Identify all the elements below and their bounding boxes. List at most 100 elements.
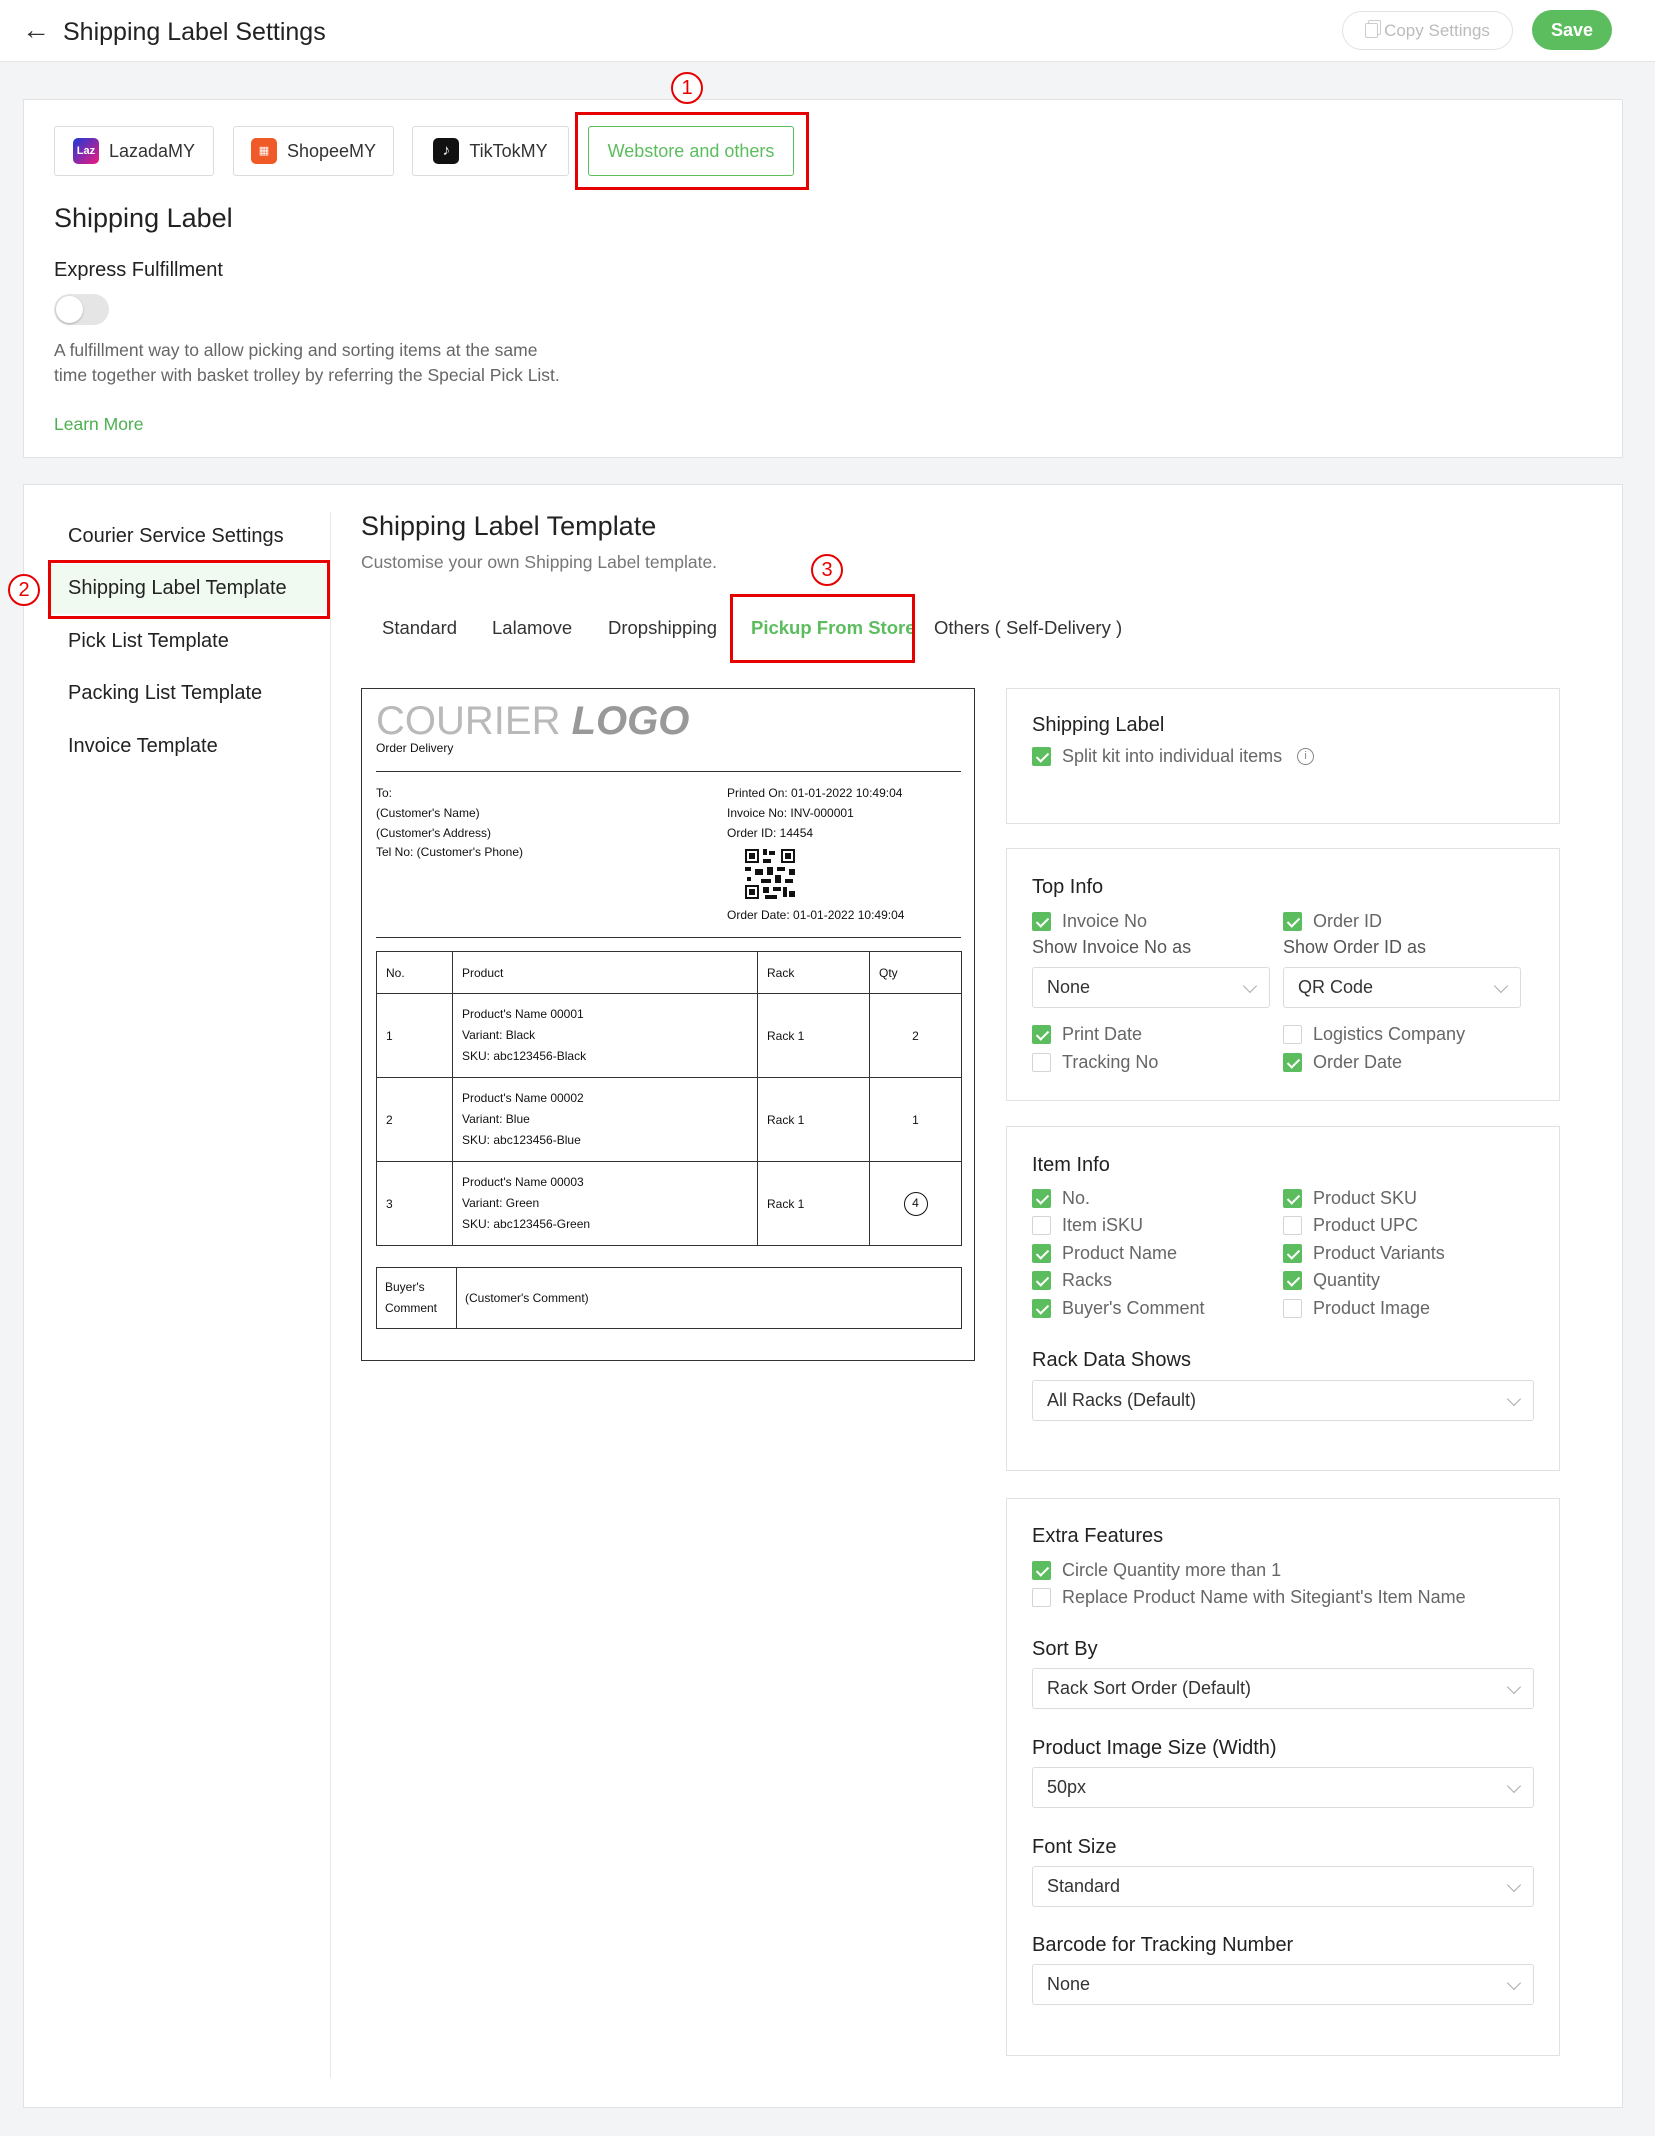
extra-features-title: Extra Features bbox=[1032, 1525, 1164, 1547]
buyer-comment-label-2: Comment bbox=[385, 1301, 438, 1315]
tab-lalamove[interactable]: Lalamove bbox=[492, 617, 572, 639]
logo-text-courier: COURIER bbox=[376, 699, 561, 743]
circle-quantity-checkbox[interactable]: Circle Quantity more than 1 bbox=[1032, 1560, 1281, 1581]
tab-dropshipping[interactable]: Dropshipping bbox=[608, 617, 717, 639]
racks-checkbox[interactable]: Racks bbox=[1032, 1270, 1112, 1291]
col-product: Product bbox=[452, 951, 758, 994]
buyer-comment-label: Buyer's Comment bbox=[376, 1267, 457, 1329]
product-sku-label: Product SKU bbox=[1313, 1188, 1418, 1208]
logistics-company-checkbox[interactable]: Logistics Company bbox=[1283, 1024, 1465, 1045]
invoice-no-label: Invoice No bbox=[1062, 911, 1148, 931]
sidebar-item-pick-list-template[interactable]: Pick List Template bbox=[68, 630, 229, 653]
quantity-checkbox[interactable]: Quantity bbox=[1283, 1270, 1380, 1291]
checkbox-box bbox=[1283, 1025, 1302, 1044]
sort-by-select[interactable]: Rack Sort Order (Default) bbox=[1032, 1668, 1534, 1709]
sidebar-item-courier-service-settings[interactable]: Courier Service Settings bbox=[68, 525, 284, 548]
product-image-checkbox[interactable]: Product Image bbox=[1283, 1298, 1430, 1319]
product-image-size-select[interactable]: 50px bbox=[1032, 1767, 1534, 1808]
show-order-id-select[interactable]: QR Code bbox=[1283, 967, 1521, 1008]
show-invoice-select[interactable]: None bbox=[1032, 967, 1270, 1008]
font-size-select[interactable]: Standard bbox=[1032, 1866, 1534, 1907]
tab-tiktokmy[interactable]: ♪ TikTokMY bbox=[412, 126, 569, 176]
sort-by-value: Rack Sort Order (Default) bbox=[1047, 1678, 1252, 1698]
step-marker-2: 2 bbox=[8, 574, 40, 606]
item-isku-label: Item iSKU bbox=[1062, 1215, 1144, 1235]
highlight-box-1 bbox=[575, 112, 809, 190]
tab-lazadamy[interactable]: Laz LazadaMY bbox=[54, 126, 214, 176]
info-icon[interactable]: i bbox=[1297, 748, 1315, 765]
courier-logo: COURIER LOGO bbox=[376, 699, 689, 744]
racks-label: Racks bbox=[1062, 1270, 1113, 1290]
product-name-checkbox[interactable]: Product Name bbox=[1032, 1243, 1177, 1264]
order-id: Order ID: 14454 bbox=[727, 826, 814, 840]
tab-shopeemy-label: ShopeeMY bbox=[286, 140, 377, 161]
divider-top bbox=[376, 771, 961, 772]
copy-icon bbox=[1365, 23, 1379, 38]
split-kit-label: Split kit into individual items bbox=[1062, 746, 1283, 766]
tab-shopeemy[interactable]: ▦ ShopeeMY bbox=[233, 126, 394, 176]
tab-standard[interactable]: Standard bbox=[382, 617, 457, 639]
circled-quantity: 4 bbox=[903, 1191, 928, 1216]
print-date-checkbox[interactable]: Print Date bbox=[1032, 1024, 1142, 1045]
row-qty: 2 bbox=[869, 993, 962, 1078]
row-no: 1 bbox=[376, 993, 453, 1078]
sidebar-item-packing-list-template[interactable]: Packing List Template bbox=[68, 682, 262, 705]
invoice-no-checkbox[interactable]: Invoice No bbox=[1032, 911, 1147, 932]
copy-settings-label: Copy Settings bbox=[1384, 20, 1490, 40]
logistics-company-label: Logistics Company bbox=[1313, 1024, 1466, 1044]
to-label: To: bbox=[376, 786, 393, 800]
tab-others-self-delivery[interactable]: Others ( Self-Delivery ) bbox=[934, 617, 1122, 639]
no-label: No. bbox=[1062, 1188, 1091, 1208]
product-sku-checkbox[interactable]: Product SKU bbox=[1283, 1188, 1417, 1209]
col-rack: Rack bbox=[757, 951, 870, 994]
save-button[interactable]: Save bbox=[1532, 10, 1612, 50]
back-arrow-icon[interactable]: ← bbox=[22, 16, 50, 44]
label-preview: COURIER LOGO Order Delivery To: (Custome… bbox=[361, 688, 975, 1361]
show-order-id-value: QR Code bbox=[1298, 977, 1374, 997]
tracking-no-checkbox[interactable]: Tracking No bbox=[1032, 1052, 1158, 1073]
rack-data-select[interactable]: All Racks (Default) bbox=[1032, 1380, 1534, 1421]
barcode-tracking-select[interactable]: None bbox=[1032, 1964, 1534, 2005]
product-name-label: Product Name bbox=[1062, 1243, 1178, 1263]
item-info-title: Item Info bbox=[1032, 1154, 1110, 1176]
checkbox-box bbox=[1032, 912, 1051, 931]
row-qty: 4 bbox=[869, 1161, 962, 1246]
tab-lazadamy-label: LazadaMY bbox=[108, 140, 196, 161]
sidebar-item-invoice-template[interactable]: Invoice Template bbox=[68, 735, 218, 758]
replace-product-name-checkbox[interactable]: Replace Product Name with Sitegiant's It… bbox=[1032, 1587, 1466, 1608]
checkbox-box bbox=[1283, 1216, 1302, 1235]
buyers-comment-checkbox[interactable]: Buyer's Comment bbox=[1032, 1298, 1204, 1319]
row-rack: Rack 1 bbox=[757, 1161, 870, 1246]
checkbox-box bbox=[1283, 1189, 1302, 1208]
order-date-checkbox[interactable]: Order Date bbox=[1283, 1052, 1402, 1073]
order-id-checkbox[interactable]: Order ID bbox=[1283, 911, 1382, 932]
no-checkbox[interactable]: No. bbox=[1032, 1188, 1090, 1209]
items-table: No. Product Rack Qty 1 Product's Name 00… bbox=[376, 951, 962, 1246]
row-qty: 1 bbox=[869, 1077, 962, 1162]
item-isku-checkbox[interactable]: Item iSKU bbox=[1032, 1215, 1143, 1236]
sort-by-label: Sort By bbox=[1032, 1638, 1098, 1660]
replace-product-name-label: Replace Product Name with Sitegiant's It… bbox=[1062, 1587, 1466, 1607]
product-image-label: Product Image bbox=[1313, 1298, 1431, 1318]
step-marker-1: 1 bbox=[671, 72, 703, 104]
font-size-value: Standard bbox=[1047, 1876, 1121, 1896]
printed-on: Printed On: 01-01-2022 10:49:04 bbox=[727, 786, 903, 800]
learn-more-link[interactable]: Learn More bbox=[54, 414, 144, 435]
product-variant: Variant: Green bbox=[462, 1196, 540, 1210]
chevron-down-icon bbox=[1506, 1877, 1522, 1893]
show-invoice-value: None bbox=[1047, 977, 1091, 997]
shipping-label-heading: Shipping Label bbox=[54, 203, 233, 233]
customer-phone: Tel No: (Customer's Phone) bbox=[376, 845, 524, 859]
express-fulfillment-toggle[interactable] bbox=[54, 294, 109, 325]
checkbox-box bbox=[1032, 1299, 1051, 1318]
checkbox-box bbox=[1283, 1271, 1302, 1290]
row-no: 2 bbox=[376, 1077, 453, 1162]
copy-settings-button[interactable]: Copy Settings bbox=[1342, 11, 1513, 50]
product-image-size-label: Product Image Size (Width) bbox=[1032, 1737, 1277, 1759]
checkbox-box bbox=[1032, 1053, 1051, 1072]
product-upc-checkbox[interactable]: Product UPC bbox=[1283, 1215, 1418, 1236]
product-name: Product's Name 00002 bbox=[462, 1091, 584, 1105]
product-variants-checkbox[interactable]: Product Variants bbox=[1283, 1243, 1445, 1264]
logo-text-logo: LOGO bbox=[571, 699, 690, 743]
split-kit-checkbox[interactable]: Split kit into individual items i bbox=[1032, 746, 1315, 767]
